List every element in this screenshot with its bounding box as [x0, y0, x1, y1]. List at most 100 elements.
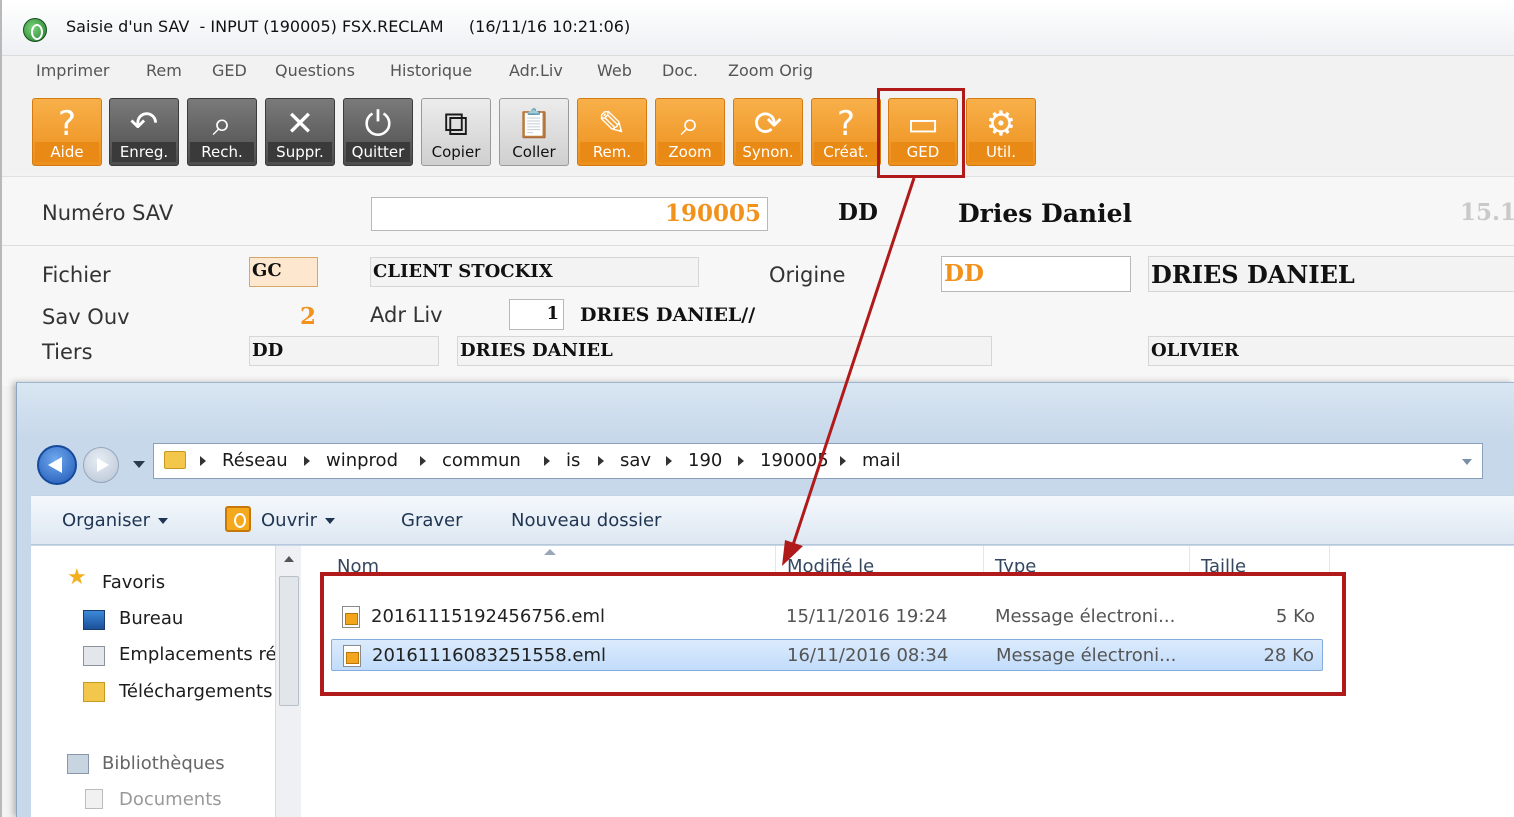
numero-sav-label: Numéro SAV	[42, 201, 174, 225]
command-bar: Organiser Ouvrir Graver Nouveau dossier	[31, 495, 1514, 545]
rem-button[interactable]: ✎ Rem.	[577, 98, 647, 166]
adr-liv-value: 1	[546, 303, 559, 324]
tiers-name: DRIES DANIEL	[460, 340, 613, 361]
magnifier-icon: ⌕	[680, 104, 700, 144]
rech-label: Rech.	[190, 142, 254, 162]
menu-historique[interactable]: Historique	[390, 61, 472, 80]
quitter-button[interactable]: ⏻ Quitter	[343, 98, 413, 166]
fichier-value: GC	[252, 260, 282, 281]
menu-zoom-orig[interactable]: Zoom Orig	[728, 61, 813, 80]
libraries-icon	[67, 754, 89, 774]
breadcrumb-mail[interactable]: mail	[862, 450, 901, 471]
ouvrir-button[interactable]: Ouvrir	[261, 510, 336, 531]
suppr-label: Suppr.	[268, 142, 332, 162]
ged-highlight-box	[877, 88, 965, 178]
navigation-scrollbar[interactable]	[275, 546, 301, 817]
breadcrumb-reseau[interactable]: Réseau	[222, 450, 288, 471]
sav-ouv-label: Sav Ouv	[42, 305, 130, 329]
organiser-button[interactable]: Organiser	[62, 510, 168, 531]
menu-bar: Imprimer Rem GED Questions Historique Ad…	[2, 56, 1514, 88]
origine-name-field: DRIES DANIEL	[1148, 256, 1514, 292]
breadcrumb-winprod[interactable]: winprod	[326, 450, 398, 471]
breadcrumb-separator-icon	[598, 456, 604, 466]
aide-button[interactable]: ? Aide	[32, 98, 102, 166]
sav-ouv-value: 2	[300, 303, 317, 330]
tiers-label: Tiers	[42, 340, 93, 364]
breadcrumb-separator-icon	[544, 456, 550, 466]
navigation-pane: ★ Favoris Bureau Emplacements ré Télécha…	[31, 546, 291, 817]
breadcrumb-separator-icon	[840, 456, 846, 466]
coller-button[interactable]: 📋 Coller	[499, 98, 569, 166]
delete-x-icon: ✕	[285, 104, 315, 144]
adr-liv-field[interactable]: 1	[509, 299, 564, 330]
origine-field[interactable]: DD	[941, 256, 1131, 292]
fichier-field[interactable]: GC	[249, 257, 318, 287]
rech-button[interactable]: ⌕ Rech.	[187, 98, 257, 166]
desktop-icon	[83, 610, 105, 630]
address-bar[interactable]: Réseau winprod commun is sav 190 190005 …	[153, 443, 1483, 479]
recent-pages-chevron-icon[interactable]	[133, 461, 145, 468]
window-title: Saisie d'un SAV - INPUT (190005) FSX.REC…	[66, 17, 631, 36]
quitter-label: Quitter	[346, 142, 410, 162]
menu-imprimer[interactable]: Imprimer	[36, 61, 110, 80]
breadcrumb-190[interactable]: 190	[688, 450, 722, 471]
enreg-button[interactable]: ↶ Enreg.	[109, 98, 179, 166]
origine-name: DRIES DANIEL	[1151, 260, 1355, 289]
breadcrumb-sav[interactable]: sav	[620, 450, 651, 471]
breadcrumb-190005[interactable]: 190005	[760, 450, 829, 471]
zoom-label: Zoom	[658, 142, 722, 162]
client-name: Dries Daniel	[958, 199, 1132, 228]
nouveau-dossier-button[interactable]: Nouveau dossier	[511, 510, 661, 531]
outlook-open-icon	[225, 506, 251, 532]
nav-favoris[interactable]: Favoris	[102, 572, 165, 593]
breadcrumb-separator-icon	[666, 456, 672, 466]
power-icon: ⏻	[364, 104, 392, 144]
star-icon: ★	[67, 565, 87, 590]
forward-arrow-icon[interactable]	[83, 447, 119, 483]
chevron-down-icon	[157, 518, 168, 524]
address-dropdown-icon[interactable]	[1462, 459, 1472, 465]
copier-button[interactable]: ⧉ Copier	[421, 98, 491, 166]
menu-doc[interactable]: Doc.	[662, 61, 698, 80]
creat-button[interactable]: ? Créat.	[811, 98, 881, 166]
nav-documents[interactable]: Documents	[119, 789, 222, 810]
scroll-up-arrow-icon[interactable]	[284, 556, 294, 562]
util-button[interactable]: ⚙ Util.	[966, 98, 1036, 166]
scrollbar-thumb[interactable]	[279, 576, 299, 706]
pencil-icon: ✎	[597, 104, 627, 144]
fichier-desc: CLIENT STOCKIX	[373, 261, 553, 282]
suppr-button[interactable]: ✕ Suppr.	[265, 98, 335, 166]
rem-label: Rem.	[580, 142, 644, 162]
zoom-button[interactable]: ⌕ Zoom	[655, 98, 725, 166]
menu-adr-liv[interactable]: Adr.Liv	[509, 61, 563, 80]
search-abc-icon: ⌕	[212, 104, 232, 144]
numero-sav-field[interactable]: 190005	[371, 197, 768, 231]
util-label: Util.	[969, 142, 1033, 162]
menu-web[interactable]: Web	[597, 61, 632, 80]
numero-sav-value: 190005	[664, 200, 761, 227]
menu-questions[interactable]: Questions	[275, 61, 355, 80]
synon-button[interactable]: ⟳ Synon.	[733, 98, 803, 166]
origine-value: DD	[944, 260, 984, 287]
refresh-icon: ⟳	[753, 104, 783, 144]
form-divider	[2, 245, 1514, 246]
client-code: DD	[838, 199, 878, 226]
downloads-folder-icon	[83, 682, 105, 702]
nav-bibliotheques[interactable]: Bibliothèques	[102, 753, 225, 774]
graver-button[interactable]: Graver	[401, 510, 463, 531]
tiers-code: DD	[252, 340, 284, 361]
title-bar: Saisie d'un SAV - INPUT (190005) FSX.REC…	[2, 0, 1514, 56]
back-arrow-icon[interactable]	[37, 445, 77, 485]
synon-label: Synon.	[736, 142, 800, 162]
recent-places-icon	[83, 646, 105, 666]
breadcrumb-separator-icon	[738, 456, 744, 466]
nav-emplacements-recents[interactable]: Emplacements ré	[119, 644, 277, 665]
toolbar: ? Aide ↶ Enreg. ⌕ Rech. ✕ Suppr. ⏻ Quitt…	[2, 88, 1514, 174]
breadcrumb-is[interactable]: is	[566, 450, 580, 471]
tiers-name-field: DRIES DANIEL	[457, 336, 992, 366]
breadcrumb-commun[interactable]: commun	[442, 450, 521, 471]
menu-rem[interactable]: Rem	[146, 61, 182, 80]
nav-bureau[interactable]: Bureau	[119, 608, 183, 629]
nav-telechargements[interactable]: Téléchargements	[119, 681, 272, 702]
menu-ged[interactable]: GED	[212, 61, 247, 80]
